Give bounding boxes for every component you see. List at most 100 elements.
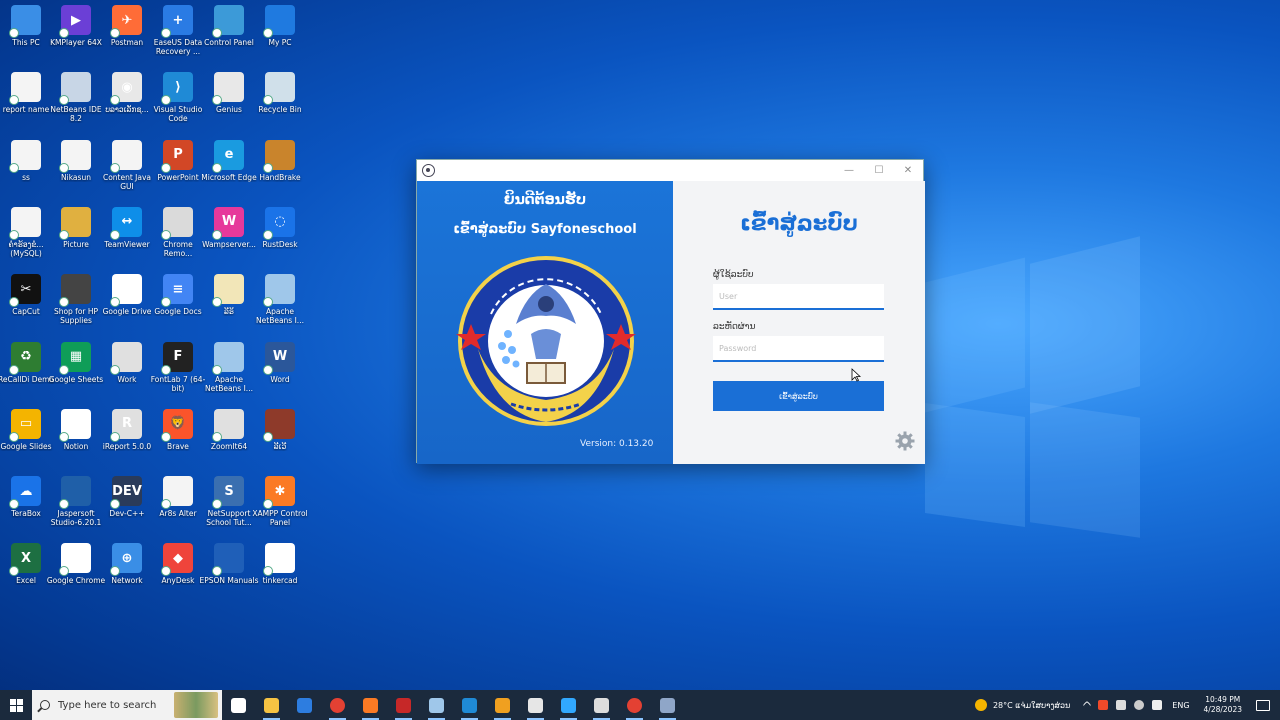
taskbar-app-netbeans[interactable] (420, 690, 453, 720)
clock[interactable]: 10:49 PM 4/28/2023 (1204, 695, 1242, 715)
desktop-icon[interactable]: Jaspersoft Studio-6.20.1 (50, 476, 102, 540)
desktop-icon[interactable]: ◆ AnyDesk (152, 543, 204, 607)
desktop-icon[interactable]: Nikasun (50, 139, 102, 204)
desktop-app-icon (59, 139, 91, 173)
notification-center-icon[interactable] (1256, 699, 1270, 711)
minimize-button[interactable]: — (837, 162, 861, 179)
desktop-icon[interactable]: Shop for HP Supplies (50, 274, 102, 338)
login-button[interactable]: ເຂົ້າສູ່ລະບົບ (713, 381, 884, 411)
desktop-icon[interactable]: ຄຳຮ້ອງຂໍ...(MySQL) (0, 206, 52, 271)
desktop-icon[interactable]: Work (101, 341, 153, 406)
taskbar-app-xampp[interactable] (354, 690, 387, 720)
desktop-icon[interactable]: DEV Dev-C++ (101, 476, 153, 540)
volume-icon[interactable] (1152, 700, 1163, 710)
desktop-icon[interactable]: ▲ Google Drive (101, 274, 153, 338)
desktop-app-icon (212, 341, 244, 375)
desktop-icon[interactable]: Genius (203, 72, 255, 136)
taskbar-app-app-shield-2[interactable] (519, 690, 552, 720)
desktop-icon[interactable]: This PC (0, 5, 52, 69)
desktop-icon[interactable]: Chrome Remo... (152, 206, 204, 271)
taskbar-app-app-check[interactable] (585, 690, 618, 720)
sync-status-icon (110, 95, 120, 106)
desktop-icon[interactable]: My PC (254, 5, 306, 69)
sync-status-icon (9, 229, 19, 240)
desktop-icon[interactable]: ◉ ບລາວເລັກຊ... (101, 72, 153, 136)
desktop-icon[interactable]: NetBeans IDE 8.2 (50, 72, 102, 136)
desktop-icon[interactable]: Recycle Bin (254, 72, 306, 136)
taskbar-app-photoshop[interactable] (552, 690, 585, 720)
login-panel: ເຂົ້າສູ່ລະບົບ ຜູ້ໃຊ້ລະບົບ ລະຫັດຜ່ານ ເຂົ້… (673, 181, 925, 464)
desktop-icon[interactable]: ⊕ Network (101, 543, 153, 607)
title-bar[interactable]: — ☐ ✕ (417, 160, 923, 181)
desktop-icon[interactable]: tinkercad (254, 543, 306, 607)
tray-app-icon[interactable] (1098, 700, 1109, 710)
taskbar-app-file-explorer[interactable] (255, 690, 288, 720)
desktop-icon[interactable]: F FontLab 7 (64-bit) (151, 341, 205, 406)
desktop-icon[interactable]: ☁ TeraBox (0, 476, 52, 540)
desktop-icon[interactable]: ລີເວີ (254, 408, 306, 473)
desktop-icon[interactable]: ZoomIt64 (203, 408, 255, 473)
desktop-icon[interactable]: W Word (254, 341, 306, 406)
desktop-icon[interactable]: ▶ KMPlayer 64X (50, 5, 102, 69)
language-indicator[interactable]: ENG (1172, 701, 1189, 710)
maximize-button[interactable]: ☐ (867, 162, 891, 179)
desktop-icon[interactable]: Apache NetBeans I... (254, 274, 306, 338)
close-button[interactable]: ✕ (896, 162, 920, 179)
desktop-icon[interactable]: S NetSupport School Tut... (203, 476, 255, 540)
desktop-icon[interactable]: ✈ Postman (101, 5, 153, 69)
desktop-icon[interactable]: Picture (50, 206, 102, 271)
sync-status-icon (263, 364, 273, 375)
desktop-icon[interactable]: ◌ RustDesk (254, 206, 306, 271)
taskbar-app-chrome[interactable] (321, 690, 354, 720)
taskbar-search-box[interactable]: Type here to search (32, 690, 222, 720)
taskbar-app-store[interactable] (288, 690, 321, 720)
desktop-icon[interactable]: Ar8s Alter (152, 476, 204, 540)
desktop-icon[interactable]: ▭ Google Slides (0, 408, 52, 473)
password-input[interactable] (713, 336, 884, 362)
settings-gear-icon[interactable] (895, 431, 915, 451)
desktop-icon[interactable]: HandBrake (254, 139, 306, 204)
desktop-icon[interactable]: ✂ CapCut (0, 274, 52, 338)
desktop-icon[interactable]: Content Java GUI (101, 139, 153, 204)
sync-status-icon (59, 229, 69, 240)
desktop-icon[interactable]: RiReport 5.0.0 (101, 408, 153, 473)
user-input[interactable] (713, 284, 884, 310)
desktop-icon[interactable]: Control Panel (203, 5, 255, 69)
weather-widget[interactable]: 28°C ແຈ່ມໃສບາງສ່ວນ (974, 699, 1070, 711)
desktop-app-icon (212, 72, 244, 106)
desktop-app-icon: ♻ (9, 341, 41, 375)
taskbar-app-app-red[interactable] (387, 690, 420, 720)
desktop-icon[interactable]: Apache NetBeans I... (203, 341, 255, 406)
taskbar-app-task-view[interactable] (222, 690, 255, 720)
taskbar-app-sayfoneschool[interactable] (651, 690, 684, 720)
taskbar-app-app-shield[interactable] (486, 690, 519, 720)
show-hidden-icons-chevron-icon[interactable] (1083, 700, 1092, 710)
desktop-icon[interactable]: ✱ XAMPP Control Panel (252, 476, 308, 540)
desktop-icon[interactable]: P PowerPoint (152, 139, 204, 204)
network-icon[interactable] (1134, 700, 1145, 710)
usb-icon[interactable] (1116, 700, 1127, 710)
desktop-icon[interactable]: ♻ ReCallDi Demo (0, 341, 54, 406)
desktop-icon[interactable]: X Excel (0, 543, 52, 607)
desktop-icon[interactable]: ◉ Google Chrome (47, 543, 105, 607)
desktop-icon[interactable]: ລີຣິ (203, 274, 255, 338)
desktop-icon[interactable]: report name (0, 72, 52, 136)
desktop-icon[interactable]: N Notion (50, 408, 102, 473)
desktop-icon[interactable]: e Microsoft Edge (201, 139, 257, 204)
desktop-icon[interactable]: ⟩ Visual Studio Code (152, 72, 204, 136)
start-button[interactable] (0, 690, 32, 720)
sync-status-icon (161, 28, 171, 38)
desktop-icon[interactable]: ▦ Google Sheets (49, 341, 103, 406)
desktop-icon[interactable]: EPSON Manuals (199, 543, 259, 607)
desktop-icon[interactable]: W Wampserver... (202, 206, 256, 271)
sync-status-icon (110, 162, 120, 173)
taskbar-app-vscode-blue[interactable] (453, 690, 486, 720)
desktop-icon[interactable]: + EaseUS Data Recovery ... (152, 5, 204, 69)
sync-status-icon (9, 431, 19, 442)
desktop-icon[interactable]: 🦁 Brave (152, 408, 204, 473)
desktop-icon[interactable]: ss (0, 139, 52, 204)
desktop-icon[interactable]: ≡ Google Docs (152, 274, 204, 338)
taskbar-app-chrome-2[interactable] (618, 690, 651, 720)
desktop-icon[interactable]: ↔ TeamViewer (101, 206, 153, 271)
sync-status-icon (212, 229, 222, 240)
